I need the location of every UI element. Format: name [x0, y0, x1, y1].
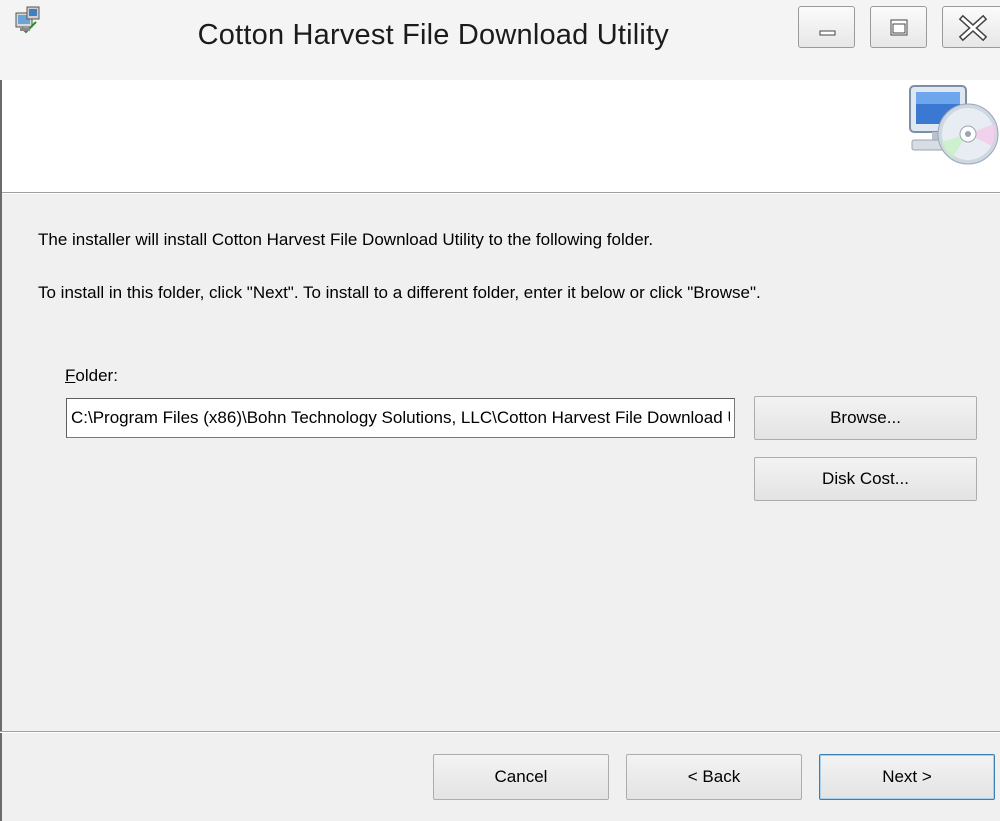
disk-cost-button[interactable]: Disk Cost... — [754, 457, 977, 501]
installer-window: Cotton Harvest File Download Utility The… — [0, 0, 1000, 821]
installer-banner — [0, 80, 1000, 192]
computer-with-cd-icon — [909, 85, 999, 165]
cancel-button[interactable]: Cancel — [433, 754, 609, 800]
title-bar[interactable]: Cotton Harvest File Download Utility — [0, 0, 1000, 80]
next-button[interactable]: Next > — [819, 754, 995, 800]
folder-label-text: older: — [75, 366, 118, 385]
window-title: Cotton Harvest File Download Utility — [197, 19, 669, 51]
banner-separator — [0, 192, 1000, 194]
maximize-button[interactable] — [870, 6, 927, 48]
browse-button[interactable]: Browse... — [754, 396, 977, 440]
install-description: The installer will install Cotton Harves… — [38, 230, 654, 249]
install-instructions: To install in this folder, click "Next".… — [38, 283, 761, 302]
back-button[interactable]: < Back — [626, 754, 802, 800]
minimize-button[interactable] — [798, 6, 855, 48]
minimize-icon — [819, 30, 836, 36]
window-left-border — [0, 80, 2, 821]
close-button[interactable] — [942, 6, 1000, 48]
close-icon — [958, 14, 988, 42]
folder-label: Folder: — [65, 366, 118, 386]
folder-path-input[interactable] — [66, 398, 735, 438]
maximize-icon — [890, 19, 908, 36]
folder-label-accelerator: F — [65, 366, 76, 385]
footer-separator — [0, 731, 1000, 733]
